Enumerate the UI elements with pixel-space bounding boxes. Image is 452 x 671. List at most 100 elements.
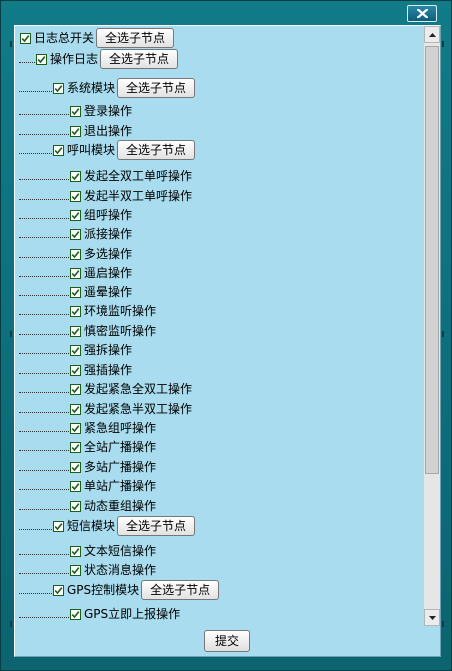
node-label: 组呼操作 (84, 208, 133, 222)
node-checkbox[interactable] (70, 170, 81, 182)
tree-connector (19, 333, 69, 335)
check-icon (71, 547, 80, 555)
check-icon (54, 84, 63, 92)
tree-node: 退出操作 (15, 121, 420, 141)
node-checkbox[interactable] (53, 584, 64, 596)
node-label: GPS控制模块 (67, 583, 140, 597)
node-label: 慎密监听操作 (84, 324, 157, 338)
node-checkbox[interactable] (70, 209, 81, 221)
tree-connector (19, 372, 69, 374)
check-icon (71, 192, 80, 200)
select-children-button[interactable]: 全选子节点 (117, 516, 196, 536)
node-checkbox[interactable] (70, 286, 81, 298)
tree-connector (19, 411, 69, 413)
tree-node: 慎密监听操作 (15, 321, 420, 341)
node-checkbox[interactable] (70, 422, 81, 434)
node-checkbox[interactable] (70, 441, 81, 453)
node-checkbox[interactable] (70, 383, 81, 395)
tree-node: 发起全双工单呼操作 (15, 166, 420, 186)
tree-node: 紧急组呼操作 (15, 418, 420, 438)
node-checkbox[interactable] (70, 190, 81, 202)
select-children-button[interactable]: 全选子节点 (141, 580, 220, 600)
node-checkbox[interactable] (70, 461, 81, 473)
node-checkbox[interactable] (70, 364, 81, 376)
check-icon (71, 566, 80, 574)
select-children-button[interactable]: 全选子节点 (117, 78, 196, 98)
tree-connector (19, 294, 69, 296)
node-label: 发起紧急半双工操作 (84, 402, 193, 416)
node-label: 多选操作 (84, 247, 133, 261)
node-checkbox[interactable] (70, 403, 81, 415)
check-icon (54, 146, 63, 154)
node-checkbox[interactable] (70, 248, 81, 260)
node-checkbox[interactable] (70, 480, 81, 492)
tree-connector (19, 217, 69, 219)
tree-connector (19, 553, 69, 555)
check-icon (71, 172, 80, 180)
scroll-down-button[interactable] (424, 609, 440, 626)
tree-node: 文本短信操作 (15, 541, 420, 561)
tree-node: 遥晕操作 (15, 282, 420, 302)
check-icon (71, 366, 80, 374)
submit-button[interactable]: 提交 (204, 630, 250, 652)
node-label: 操作日志 (50, 52, 99, 66)
node-checkbox[interactable] (70, 344, 81, 356)
node-checkbox[interactable] (70, 267, 81, 279)
node-checkbox[interactable] (70, 105, 81, 117)
node-label: 文本短信操作 (84, 544, 157, 558)
tree-node: 发起紧急全双工操作 (15, 379, 420, 399)
node-checkbox[interactable] (36, 53, 47, 65)
tree-connector (19, 113, 69, 115)
select-children-button[interactable]: 全选子节点 (96, 28, 175, 48)
resize-grip (442, 621, 444, 627)
node-checkbox[interactable] (70, 228, 81, 240)
node-checkbox[interactable] (20, 32, 31, 44)
tree-connector (19, 391, 69, 393)
node-checkbox[interactable] (70, 305, 81, 317)
node-label: 强插操作 (84, 363, 133, 377)
vertical-scrollbar[interactable] (423, 26, 440, 626)
select-children-button[interactable]: 全选子节点 (100, 49, 179, 69)
node-checkbox[interactable] (70, 500, 81, 512)
check-icon (71, 307, 80, 315)
resize-grip (442, 331, 444, 337)
node-label: 动态重组操作 (84, 499, 157, 513)
tree-node: GPS立即上报操作 (15, 604, 420, 624)
node-label: 遥启操作 (84, 266, 133, 280)
node-checkbox[interactable] (70, 564, 81, 576)
node-checkbox[interactable] (53, 144, 64, 156)
tree-node: GPS控制模块 全选子节点 (15, 580, 420, 600)
tree-node: 遥启操作 (15, 263, 420, 283)
tree-node: 系统模块 全选子节点 (15, 78, 420, 98)
check-icon (71, 327, 80, 335)
tree-node: 日志总开关 全选子节点 (15, 28, 420, 48)
node-label: 系统模块 (67, 81, 116, 95)
tree-node: 多选操作 (15, 244, 420, 264)
tree-node: 强拆操作 (15, 340, 420, 360)
tree-connector (19, 236, 69, 238)
resize-grip (442, 41, 444, 47)
node-label: 多站广播操作 (84, 460, 157, 474)
node-checkbox[interactable] (70, 545, 81, 557)
node-checkbox[interactable] (53, 82, 64, 94)
check-icon (71, 250, 80, 258)
check-icon (71, 385, 80, 393)
tree-connector (19, 133, 69, 135)
scroll-up-button[interactable] (424, 26, 440, 43)
select-children-button[interactable]: 全选子节点 (117, 140, 196, 160)
tree-connector (19, 275, 69, 277)
node-label: 状态消息操作 (84, 563, 157, 577)
check-icon (71, 443, 80, 451)
check-icon (71, 610, 80, 618)
arrow-down-icon (428, 615, 436, 620)
node-checkbox[interactable] (70, 608, 81, 620)
node-checkbox[interactable] (70, 125, 81, 137)
scroll-thumb[interactable] (425, 46, 439, 474)
close-button[interactable] (407, 5, 437, 22)
resize-grip (10, 41, 12, 47)
node-checkbox[interactable] (53, 520, 64, 532)
node-checkbox[interactable] (70, 325, 81, 337)
node-label: 发起半双工单呼操作 (84, 189, 193, 203)
tree-node: 强插操作 (15, 360, 420, 380)
tree-node: 登录操作 (15, 101, 420, 121)
